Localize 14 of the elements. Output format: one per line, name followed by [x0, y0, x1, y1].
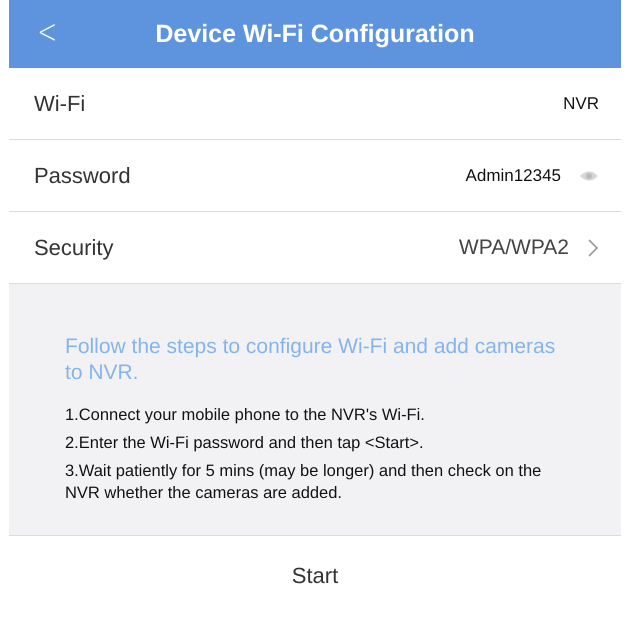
eye-icon[interactable] — [579, 170, 599, 182]
chevron-icon[interactable] — [587, 238, 599, 258]
field-label: Security — [34, 234, 114, 260]
instruction-step: 2.Enter the Wi-Fi password and then tap <Start>. — [65, 432, 571, 454]
start-button[interactable]: Start — [9, 535, 621, 615]
field-value: NVR — [563, 94, 599, 114]
field-label: Wi-Fi — [34, 90, 86, 116]
screen-title: Device Wi-Fi Configuration — [155, 20, 475, 48]
field-value: WPA/WPA2 — [458, 236, 569, 260]
instruction-headline: Follow the steps to configure Wi-Fi and add cameras to NVR. — [65, 334, 556, 386]
field-value: Admin12345 — [466, 166, 561, 186]
field-label: Password — [34, 162, 131, 188]
instruction-step: 1.Connect your mobile phone to the NVR's Wi-Fi. — [65, 404, 571, 426]
instruction-step: 3.Wait patiently for 5 mins (may be longer) and then check on the NVR whether the cameras are added. — [65, 460, 571, 504]
